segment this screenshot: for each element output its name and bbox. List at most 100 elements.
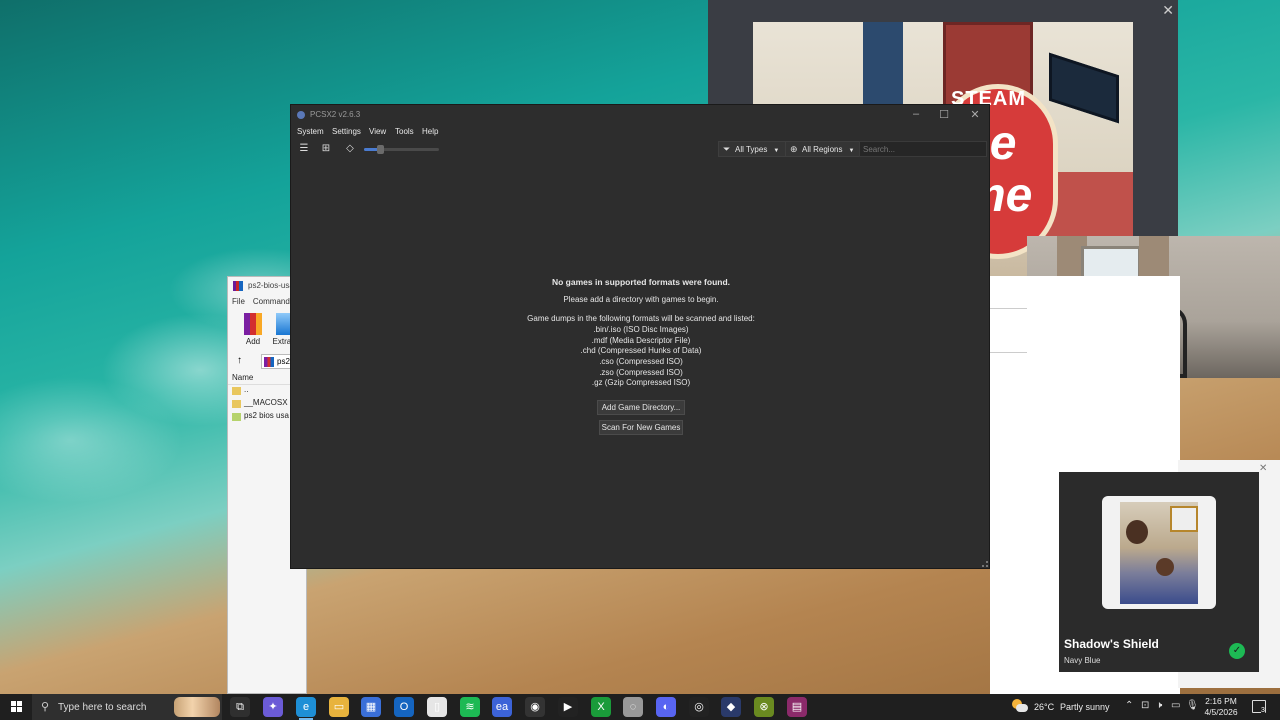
add-game-directory-button[interactable]: Add Game Directory... xyxy=(597,400,685,415)
file-explorer-icon[interactable]: ▭ xyxy=(329,697,349,717)
pcsx2-window: PCSX2 v2.6.3 – ☐ ✕ System Settings View … xyxy=(290,104,990,569)
outlook-icon[interactable]: O xyxy=(394,697,414,717)
close-icon[interactable]: ✕ xyxy=(965,108,985,121)
spotify-icon[interactable]: ≋ xyxy=(460,697,480,717)
menu-system[interactable]: System xyxy=(297,127,324,136)
task-view-icon[interactable]: ⧉ xyxy=(230,697,250,717)
close-icon[interactable]: ✕ xyxy=(1162,2,1174,19)
check-icon[interactable]: ✓ xyxy=(1229,643,1245,659)
weather-desc[interactable]: Partly sunny xyxy=(1060,702,1110,712)
format-item: .gz (Gzip Compressed ISO) xyxy=(591,378,691,388)
add-label: Add xyxy=(245,337,261,346)
zoom-slider-fill xyxy=(364,148,378,151)
weather-icon[interactable] xyxy=(1012,699,1028,713)
divider xyxy=(990,308,1027,309)
empty-prompt: Please add a directory with games to beg… xyxy=(563,295,719,304)
scan-for-new-games-button[interactable]: Scan For New Games xyxy=(599,420,683,435)
zoom-slider[interactable] xyxy=(364,145,439,154)
format-item: .mdf (Media Descriptor File) xyxy=(591,335,691,345)
resize-grip[interactable] xyxy=(982,561,988,567)
format-item: .cso (Compressed ISO) xyxy=(599,357,683,367)
weather-temp[interactable]: 26°C xyxy=(1034,702,1054,712)
menu-view[interactable]: View xyxy=(369,127,386,136)
pcsx2-app-icon xyxy=(297,111,305,119)
divider xyxy=(990,352,1027,353)
cover-tag-icon[interactable]: ◇ xyxy=(343,143,357,155)
pcsx2-titlebar[interactable]: PCSX2 v2.6.3 – ☐ ✕ xyxy=(291,105,989,125)
taskbar-search[interactable]: ⚲ Type here to search xyxy=(32,694,222,720)
winrar-icon xyxy=(233,281,243,291)
xbox-icon[interactable]: X xyxy=(591,697,611,717)
up-arrow-icon[interactable]: ↑ xyxy=(237,355,242,366)
add-archive-icon xyxy=(244,313,262,335)
zoom-slider-handle[interactable] xyxy=(377,145,384,154)
picture-frame-shape xyxy=(1170,506,1198,532)
track-artist: Navy Blue xyxy=(1064,656,1101,665)
list-view-icon[interactable]: ☰ xyxy=(297,143,311,155)
person-shape xyxy=(1126,520,1148,544)
chevron-down-icon: ▼ xyxy=(848,148,855,154)
track-title: Shadow's Shield xyxy=(1064,637,1159,651)
window-title: PCSX2 v2.6.3 xyxy=(310,110,361,119)
close-icon[interactable]: ✕ xyxy=(1259,463,1267,474)
ea-icon[interactable]: ea xyxy=(492,697,512,717)
format-item: .zso (Compressed ISO) xyxy=(599,367,683,377)
minimize-icon[interactable]: – xyxy=(906,108,926,120)
menu-tools[interactable]: Tools xyxy=(395,127,414,136)
taskbar: ⚲ Type here to search ⧉ ✦ e ▭ ▦ O ▯ ≋ ea ◉ ▶ X ◌ ◐ ◎ ◆ ⊗… xyxy=(0,694,1280,720)
add-button[interactable]: Add xyxy=(238,313,268,346)
chevron-down-icon: ▼ xyxy=(773,148,780,154)
menu-help[interactable]: Help xyxy=(422,127,438,136)
empty-heading: No games in supported formats were found… xyxy=(551,277,731,287)
search-icon: ⚲ xyxy=(41,701,50,713)
folder-icon xyxy=(232,387,241,395)
region-filter-dropdown[interactable]: ⊕ All Regions ▼ xyxy=(785,141,862,157)
maximize-icon[interactable]: ☐ xyxy=(934,108,954,121)
notepad-icon[interactable]: ▯ xyxy=(427,697,447,717)
notification-count: 3 xyxy=(1261,707,1265,714)
folder-icon xyxy=(232,400,241,408)
menu-file[interactable]: File xyxy=(232,297,245,306)
globe-icon: ⊕ xyxy=(790,144,798,154)
chevron-up-icon[interactable]: ⌃ xyxy=(1125,700,1133,711)
archive-icon xyxy=(264,357,274,367)
menu-commands[interactable]: Commands xyxy=(253,297,294,306)
windows-icon xyxy=(11,701,22,712)
type-filter-dropdown[interactable]: ⏷ All Types ▼ xyxy=(718,141,787,157)
album-photo xyxy=(1120,502,1198,604)
discord-icon[interactable]: ◐ xyxy=(656,697,676,717)
menu-settings[interactable]: Settings xyxy=(332,127,361,136)
formats-intro: Game dumps in the following formats will… xyxy=(527,314,755,323)
copilot-icon[interactable]: ✦ xyxy=(263,697,283,717)
pcsx2-icon[interactable]: ◆ xyxy=(721,697,741,717)
pcsx2-menubar: System Settings View Tools Help xyxy=(291,125,989,139)
tv-shape xyxy=(1049,52,1119,124)
clock-time: 2:16 PM xyxy=(1205,696,1237,706)
gamepad-icon[interactable]: ◉ xyxy=(525,697,545,717)
display-icon[interactable]: ▭ xyxy=(1171,700,1180,711)
search-highlight-art xyxy=(174,697,220,717)
empty-state: No games in supported formats were found… xyxy=(291,277,991,389)
store-icon[interactable]: ▦ xyxy=(361,697,381,717)
edge-icon[interactable]: e xyxy=(296,697,316,720)
format-item: .bin/.iso (ISO Disc Images) xyxy=(593,325,689,334)
now-playing-card[interactable]: Shadow's Shield Navy Blue ✓ xyxy=(1059,472,1259,672)
microphone-icon[interactable]: 🎙 xyxy=(1186,700,1199,711)
format-item: .chd (Compressed Hunks of Data) xyxy=(580,346,702,356)
child-shape xyxy=(1156,558,1174,576)
network-icon[interactable]: ⊡ xyxy=(1141,700,1149,711)
filter-icon: ⏷ xyxy=(723,144,731,154)
winrar-icon[interactable]: ▤ xyxy=(787,697,807,717)
start-button[interactable] xyxy=(0,694,32,720)
winrar-title: ps2-bios-usa xyxy=(248,281,294,290)
phone-icon[interactable]: ◌ xyxy=(623,697,643,717)
search-input[interactable]: Search... xyxy=(859,141,987,157)
clock[interactable]: 2:16 PM 4/5/2026 xyxy=(1198,696,1244,718)
xbox-app-icon[interactable]: ⊗ xyxy=(754,697,774,717)
volume-icon[interactable]: 🕨 xyxy=(1156,700,1162,711)
album-art xyxy=(1102,496,1216,609)
folder-icon xyxy=(232,413,241,421)
steam-icon[interactable]: ◎ xyxy=(689,697,709,717)
grid-view-icon[interactable]: ⊞ xyxy=(319,143,333,155)
play-icon[interactable]: ▶ xyxy=(558,697,578,717)
